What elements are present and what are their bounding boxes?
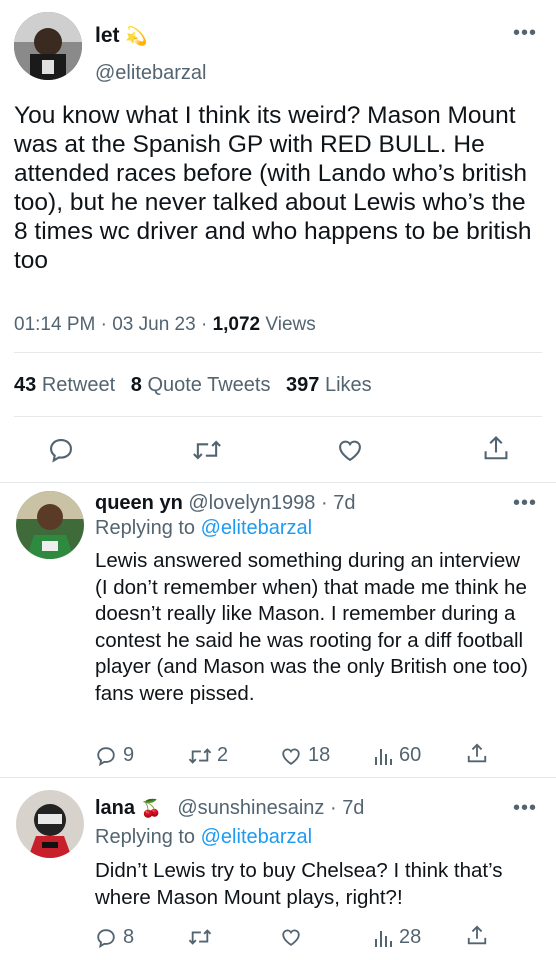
reply-button[interactable]: 8 [95,926,134,949]
divider [14,416,542,417]
heart-icon [282,929,300,946]
reply-count: 9 [123,744,135,766]
views-count: 1,072 [212,314,261,335]
retweets-count: 43 [14,374,37,396]
views-count: 28 [399,926,422,948]
like-button[interactable]: 18 [280,744,330,767]
divider [0,777,556,778]
heart-icon [339,440,361,462]
replying-to: Replying to @elitebarzal [95,517,312,540]
bar-chart-icon [375,748,392,765]
tweet-text: You know what I think its weird? Mason M… [14,102,532,274]
heart-icon [282,748,300,765]
tweet-meta: 01:14 PM · 03 Jun 23 · 1,072 Views [14,314,316,335]
views-button[interactable]: 28 [373,926,421,949]
retweet-icon [188,747,212,764]
display-name[interactable]: queen yn [95,492,183,514]
retweet-count: 2 [217,744,229,766]
likes-count: 397 [286,374,320,396]
like-button[interactable] [336,436,364,464]
reply-header: queen yn @lovelyn1998 · 7d [95,492,356,514]
more-dots-icon[interactable]: ••• [513,798,537,818]
quotes-label: Quote Tweets [147,374,271,396]
reply-count: 8 [123,926,135,948]
speech-bubble-icon [50,439,72,463]
speech-bubble-icon [97,746,115,766]
reply-text: Lewis answered something during an inter… [95,549,529,705]
replying-to: Replying to @elitebarzal [95,826,312,849]
display-name[interactable]: let 💫 [95,24,148,48]
reply-header: lana 🍒 @sunshinesainz · 7d [95,797,365,819]
avatar[interactable] [14,12,82,80]
replying-to-link[interactable]: @elitebarzal [201,517,312,539]
share-icon [467,743,487,763]
more-dots-icon[interactable]: ••• [513,493,537,513]
handle[interactable]: @sunshinesainz [177,797,324,819]
replying-prefix: Replying to [95,517,196,539]
timestamp[interactable]: 7d [333,492,355,514]
tweet-date[interactable]: 03 Jun 23 [112,314,195,335]
engagement-stats: 43 Retweet 8 Quote Tweets 397 Likes [14,374,372,397]
likes-label: Likes [324,374,372,396]
replying-prefix: Replying to [95,826,196,848]
retweet-button[interactable]: 2 [187,744,228,767]
bar-chart-icon [375,930,392,947]
views-button[interactable]: 60 [373,744,421,767]
retweets-stat[interactable]: 43 Retweet [14,374,121,396]
avatar[interactable] [16,790,84,858]
share-button[interactable] [466,742,488,766]
views-label: Views [265,314,316,335]
share-button[interactable] [466,924,488,948]
display-name-text: let [95,24,120,47]
reply-button[interactable] [47,436,75,464]
retweet-icon [188,929,212,945]
cherry-emoji: 🍒 [140,799,162,818]
display-name[interactable]: lana [95,797,135,819]
share-button[interactable] [482,434,510,464]
divider [14,352,542,353]
replying-to-link[interactable]: @elitebarzal [201,826,312,848]
handle[interactable]: @lovelyn1998 [188,492,315,514]
timestamp[interactable]: 7d [342,797,364,819]
views-count: 60 [399,744,422,766]
retweets-label: Retweet [41,374,116,396]
retweet-button[interactable] [191,436,223,464]
reply-button[interactable]: 9 [95,744,134,767]
handle[interactable]: @elitebarzal [95,62,206,85]
quotes-count: 8 [130,374,142,396]
likes-stat[interactable]: 397 Likes [286,374,372,396]
quotes-stat[interactable]: 8 Quote Tweets [131,374,276,396]
share-icon [467,925,487,945]
share-icon [484,435,508,460]
tweet-time[interactable]: 01:14 PM [14,314,95,335]
retweet-button[interactable] [187,926,217,948]
speech-bubble-icon [97,928,115,948]
more-dots-icon[interactable]: ••• [513,23,537,43]
sparkle-emoji: 💫 [125,26,148,46]
divider [0,482,556,483]
retweet-icon [193,440,221,460]
avatar[interactable] [16,491,84,559]
reply-text: Didn’t Lewis try to buy Chelsea? I think… [95,859,503,909]
like-button[interactable] [280,926,308,948]
like-count: 18 [308,744,331,766]
